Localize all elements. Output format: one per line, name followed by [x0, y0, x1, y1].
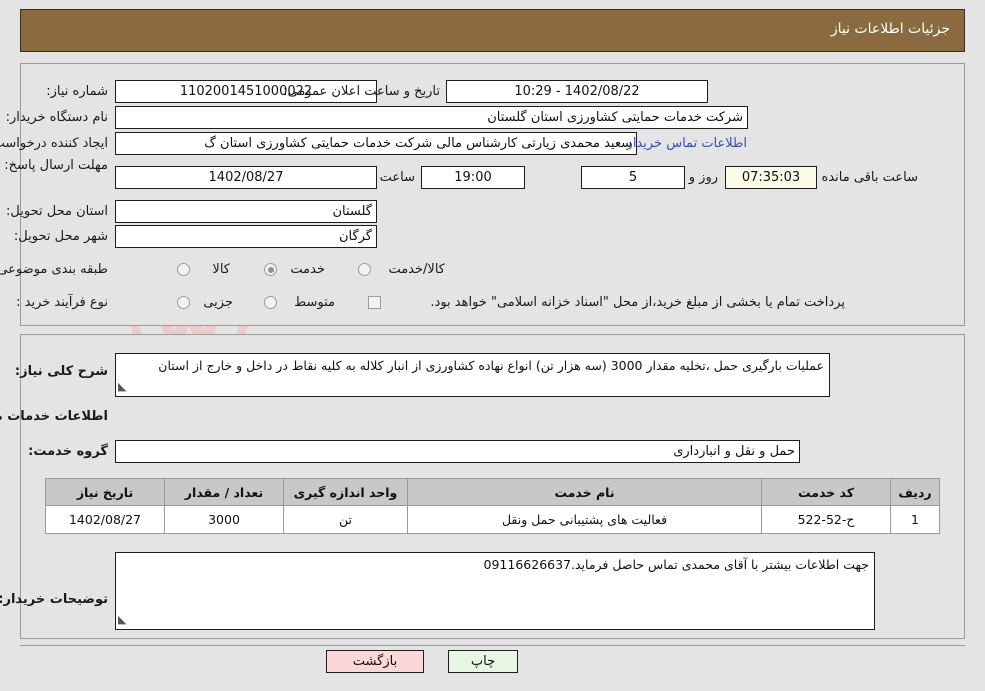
process-option-label-0: جزیی	[203, 295, 233, 310]
treasury-docs-note: پرداخت تمام یا بخشی از مبلغ خرید،از محل …	[430, 295, 845, 310]
treasury-docs-checkbox[interactable]	[368, 296, 381, 309]
back-button[interactable]: بازگشت	[326, 650, 424, 673]
print-button[interactable]: چاپ	[448, 650, 518, 673]
table-header-cell-2: نام خدمت	[407, 478, 762, 506]
footer-divider	[20, 645, 965, 646]
services-section-title: اطلاعات خدمات مورد نیاز	[0, 409, 108, 424]
need-summary-textarea[interactable]: عملیات بارگیری حمل ،تخلیه مقدار 3000 (سه…	[115, 353, 830, 397]
services-table: ردیف کد خدمت نام خدمت واحد اندازه گیری ت…	[45, 478, 940, 534]
buyer-notes-label: توضیحات خریدار:	[0, 592, 108, 607]
province-field[interactable]: گلستان	[115, 200, 377, 223]
table-header-cell-4: تعداد / مقدار	[164, 478, 284, 506]
buyer-org-field[interactable]: شرکت خدمات حمایتی کشاورزی استان گلستان	[115, 106, 748, 129]
cell-unit: تن	[283, 505, 408, 534]
table-row: 1 ح-52-522 فعالیت های پشتیبانی حمل ونقل …	[45, 505, 940, 534]
need-summary-label: شرح کلی نیاز:	[14, 364, 108, 379]
table-header-cell-0: ردیف	[890, 478, 940, 506]
deadline-label: مهلت ارسال پاسخ: تا تاریخ:	[0, 158, 108, 174]
service-group-field[interactable]: حمل و نقل و انبارداری	[115, 440, 800, 463]
announce-datetime-field[interactable]: 1402/08/22 - 10:29	[446, 80, 708, 103]
hour-label: ساعت	[379, 170, 415, 185]
province-label: استان محل تحویل:	[6, 204, 108, 219]
cell-quantity: 3000	[164, 505, 284, 534]
category-option-label-1: خدمت	[290, 262, 325, 277]
category-option-label-2: کالا/خدمت	[388, 262, 445, 277]
need-number-label: شماره نیاز:	[46, 84, 108, 99]
requester-field[interactable]: سعید محمدی زیارتی کارشناس مالی شرکت خدما…	[115, 132, 637, 155]
city-field[interactable]: گرگان	[115, 225, 377, 248]
cell-need-date: 1402/08/27	[45, 505, 165, 534]
city-label: شهر محل تحویل:	[13, 229, 108, 244]
countdown-field: 07:35:03	[725, 166, 817, 189]
buyer-contact-link[interactable]: اطلاعات تماس خریدار	[627, 136, 747, 151]
deadline-date-field[interactable]: 1402/08/27	[115, 166, 377, 189]
table-header-cell-3: واحد اندازه گیری	[283, 478, 408, 506]
deadline-label-text: مهلت ارسال پاسخ: تا تاریخ:	[0, 158, 108, 173]
category-radio-kala[interactable]	[177, 263, 190, 276]
cell-service-code: ح-52-522	[761, 505, 891, 534]
category-radio-khedmat[interactable]	[264, 263, 277, 276]
category-label: طبقه بندی موضوعی:	[0, 262, 108, 277]
days-label: روز و	[688, 170, 718, 185]
countdown-label: ساعت باقی مانده	[821, 170, 918, 185]
need-summary-text: عملیات بارگیری حمل ،تخلیه مقدار 3000 (سه…	[158, 358, 824, 373]
deadline-time-field[interactable]: 19:00	[421, 166, 525, 189]
process-radio-motavaset[interactable]	[264, 296, 277, 309]
process-radio-jozei[interactable]	[177, 296, 190, 309]
announce-datetime-label: تاریخ و ساعت اعلان عمومی:	[283, 84, 440, 99]
table-header-row: ردیف کد خدمت نام خدمت واحد اندازه گیری ت…	[45, 478, 940, 506]
buyer-notes-text: جهت اطلاعات بیشتر با آقای محمدی تماس حاص…	[483, 557, 869, 572]
page-title: جزئیات اطلاعات نیاز	[830, 21, 950, 37]
remaining-days-field[interactable]: 5	[581, 166, 685, 189]
category-radio-kala-khedmat[interactable]	[358, 263, 371, 276]
page-title-bar: جزئیات اطلاعات نیاز	[20, 9, 965, 52]
buyer-org-label: نام دستگاه خریدار:	[5, 110, 108, 125]
requester-label: ایجاد کننده درخواست:	[0, 136, 108, 151]
process-label: نوع فرآیند خرید :	[16, 295, 108, 310]
resize-grip-icon[interactable]: ◢	[118, 378, 126, 395]
cell-row-number: 1	[890, 505, 940, 534]
resize-grip-icon-notes[interactable]: ◢	[118, 611, 126, 628]
cell-service-name: فعالیت های پشتیبانی حمل ونقل	[407, 505, 762, 534]
service-group-label: گروه خدمت:	[28, 444, 108, 459]
table-header-cell-1: کد خدمت	[761, 478, 891, 506]
buyer-notes-textarea[interactable]: جهت اطلاعات بیشتر با آقای محمدی تماس حاص…	[115, 552, 875, 630]
process-option-label-1: متوسط	[294, 295, 335, 310]
table-header-cell-5: تاریخ نیاز	[45, 478, 165, 506]
category-option-label-0: کالا	[212, 262, 230, 277]
page-root: AriaTender.net جزئیات اطلاعات نیاز شماره…	[0, 0, 985, 691]
